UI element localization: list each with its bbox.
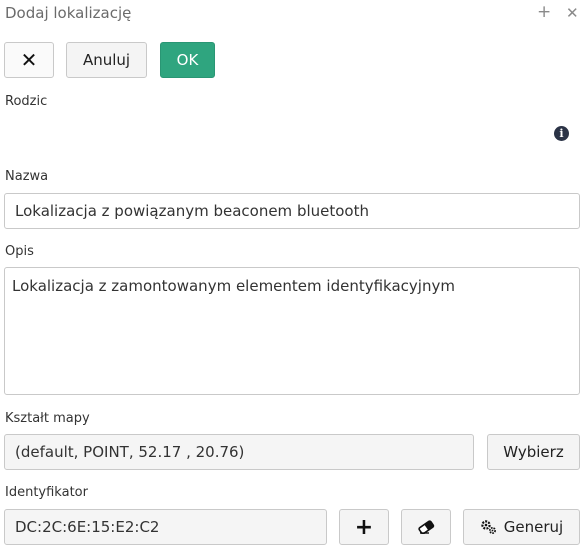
map-shape-field: (default, POINT, 52.17 , 20.76) xyxy=(4,434,474,470)
dialog-title: Dodaj lokalizację xyxy=(5,4,132,22)
description-field[interactable]: Lokalizacja z zamontowanym elementem ide… xyxy=(4,267,580,395)
ok-button[interactable]: OK xyxy=(160,42,215,78)
parent-label: Rodzic xyxy=(5,94,48,109)
name-field[interactable]: Lokalizacja z powiązanym beaconem blueto… xyxy=(4,193,580,229)
choose-button[interactable]: Wybierz xyxy=(487,434,580,470)
window-close-button[interactable]: ✕ xyxy=(566,3,579,23)
name-label: Nazwa xyxy=(5,169,49,184)
map-shape-label: Kształt mapy xyxy=(5,411,90,426)
info-icon[interactable]: i xyxy=(554,126,569,141)
clear-identifier-button[interactable] xyxy=(401,509,451,545)
close-button[interactable]: ✕ xyxy=(4,42,54,78)
eraser-icon xyxy=(417,520,435,534)
description-label: Opis xyxy=(5,244,34,259)
plus-icon: + xyxy=(354,514,374,540)
cancel-button[interactable]: Anuluj xyxy=(66,42,147,78)
generate-button[interactable]: Generuj xyxy=(463,509,580,545)
generate-label: Generuj xyxy=(503,518,564,536)
identifier-field[interactable]: DC:2C:6E:15:E2:C2 xyxy=(4,509,327,545)
close-icon: ✕ xyxy=(20,48,38,72)
window-add-button[interactable]: + xyxy=(537,2,551,22)
identifier-label: Identyfikator xyxy=(5,485,88,500)
add-identifier-button[interactable]: + xyxy=(339,509,389,545)
gears-icon xyxy=(480,519,497,535)
